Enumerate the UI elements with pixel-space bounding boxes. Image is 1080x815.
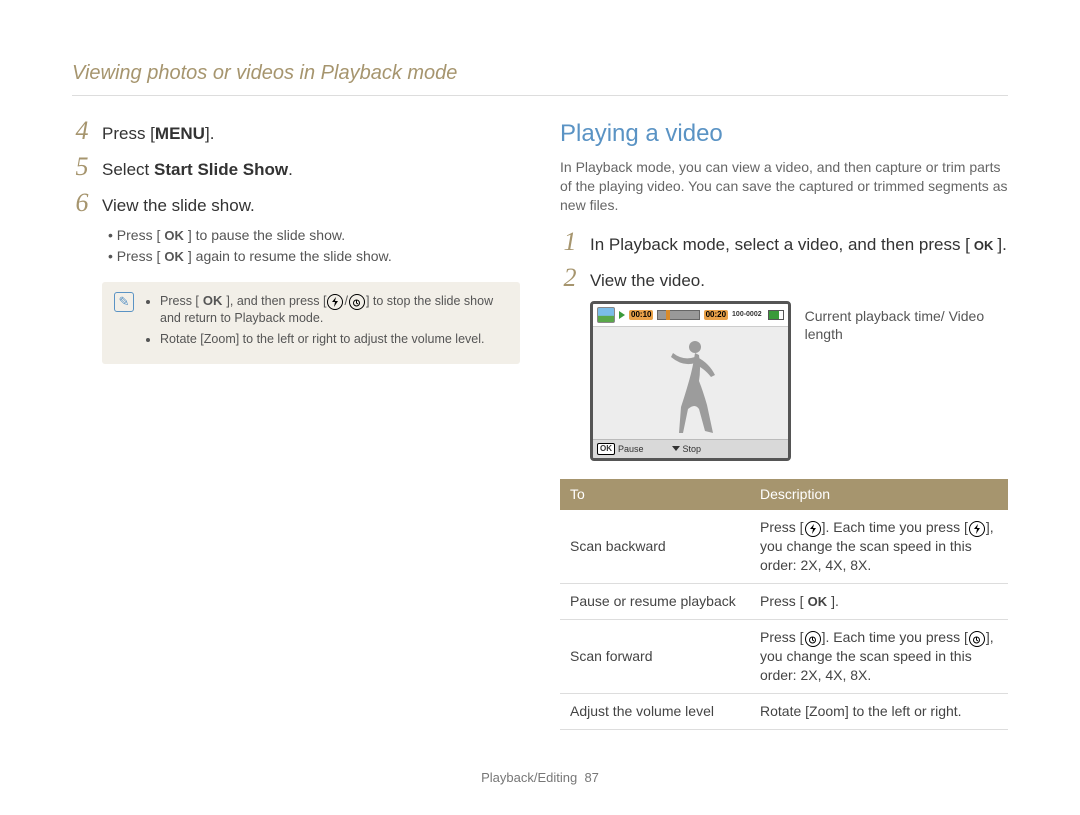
step-number: 4 (72, 118, 92, 144)
ok-key-icon: OK (971, 237, 997, 255)
note-box: ✎ Press [OK], and then press [/] to stop… (102, 282, 520, 364)
ok-key-icon: OK (161, 227, 187, 245)
note-icon: ✎ (114, 292, 134, 312)
step-4: 4 Press [MENU]. (72, 118, 520, 146)
file-counter: 100-0002 (732, 310, 762, 319)
screen-bottom-bar: OKPause Stop (593, 439, 788, 458)
step-6: 6 View the slide show. (72, 190, 520, 218)
progress-bar (657, 310, 699, 320)
pause-label: Pause (618, 443, 644, 455)
table-row: Scan backward Press []. Each time you pr… (560, 510, 1008, 583)
step-number: 2 (560, 265, 580, 291)
section-intro: In Playback mode, you can view a video, … (560, 158, 1008, 215)
ok-key-icon: OK (161, 248, 187, 266)
action-name: Pause or resume playback (560, 583, 750, 619)
video-frame-illustration (655, 337, 725, 437)
step-number: 1 (560, 229, 580, 255)
action-desc: Rotate [Zoom] to the left or right. (750, 693, 1008, 729)
thumbnail-icon (597, 307, 615, 323)
action-desc: Press []. Each time you press [], you ch… (750, 510, 1008, 583)
ok-key-icon: OK (200, 292, 226, 310)
flash-icon (805, 521, 821, 537)
step-text: In Playback mode, select a video, and th… (590, 232, 1007, 257)
step-number: 6 (72, 190, 92, 216)
th-desc: Description (750, 479, 1008, 510)
step-number: 5 (72, 154, 92, 180)
stop-label: Stop (683, 443, 702, 455)
camera-screen-preview: 00:10 00:20 100-0002 (590, 301, 791, 461)
step-6-notes: Press [OK] to pause the slide show. Pres… (108, 226, 520, 266)
play-icon (619, 311, 625, 319)
action-name: Scan backward (560, 510, 750, 583)
th-to: To (560, 479, 750, 510)
action-desc: Press [OK]. (750, 583, 1008, 619)
ok-key-icon: OK (805, 593, 831, 611)
section-heading: Playing a video (560, 118, 1008, 150)
flash-icon (969, 521, 985, 537)
battery-icon (768, 310, 784, 320)
action-name: Scan forward (560, 619, 750, 693)
table-row: Pause or resume playback Press [OK]. (560, 583, 1008, 619)
timer-icon (969, 631, 985, 647)
ok-key-icon: OK (597, 443, 615, 456)
left-column: 4 Press [MENU]. 5 Select Start Slide Sho… (72, 118, 520, 730)
step-5: 5 Select Start Slide Show. (72, 154, 520, 182)
step-text: Select Start Slide Show. (102, 157, 293, 182)
timer-icon (349, 294, 365, 310)
breadcrumb: Viewing photos or videos in Playback mod… (72, 60, 1008, 96)
controls-table: To Description Scan backward Press []. E… (560, 479, 1008, 730)
total-time: 00:20 (704, 310, 728, 321)
step-r2: 2 View the video. (560, 265, 1008, 293)
note-item: Press [OK], and then press [/] to stop t… (160, 292, 506, 327)
screen-status-bar: 00:10 00:20 100-0002 (593, 304, 788, 327)
note-item: Rotate [Zoom] to the left or right to ad… (160, 331, 506, 348)
action-desc: Press []. Each time you press [], you ch… (750, 619, 1008, 693)
page-footer: Playback/Editing 87 (0, 769, 1080, 787)
manual-page: Viewing photos or videos in Playback mod… (0, 0, 1080, 815)
timer-icon (805, 631, 821, 647)
right-column: Playing a video In Playback mode, you ca… (560, 118, 1008, 730)
step-text: Press [MENU]. (102, 121, 214, 146)
flash-icon (327, 294, 343, 310)
action-name: Adjust the volume level (560, 693, 750, 729)
step-text: View the slide show. (102, 193, 255, 218)
current-time: 00:10 (629, 310, 653, 321)
step-text: View the video. (590, 268, 705, 293)
step-r1: 1 In Playback mode, select a video, and … (560, 229, 1008, 257)
down-icon (672, 446, 680, 451)
table-row: Scan forward Press []. Each time you pre… (560, 619, 1008, 693)
table-row: Adjust the volume level Rotate [Zoom] to… (560, 693, 1008, 729)
screen-caption: Current playback time/ Video length (805, 307, 1008, 343)
